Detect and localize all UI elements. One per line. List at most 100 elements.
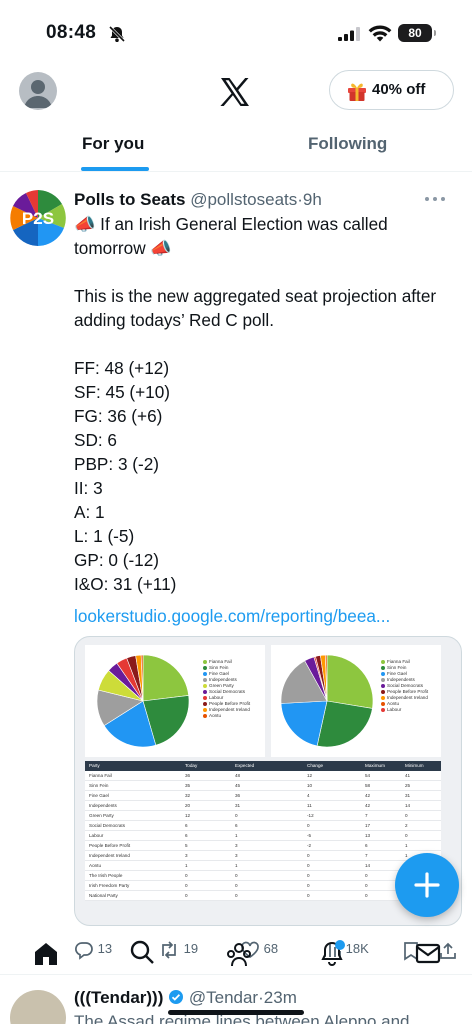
messages-envelope-icon[interactable]: [414, 940, 442, 966]
polls-to-seats-avatar[interactable]: P2S: [10, 190, 66, 246]
table-cell: 0: [307, 823, 310, 828]
table-cell: 13: [365, 833, 371, 838]
table-cell: 0: [307, 853, 310, 858]
table-cell: 5: [185, 843, 188, 848]
offer-label: 40% off: [372, 81, 426, 98]
tab-for-you[interactable]: For you: [82, 134, 144, 154]
table-cell: 0: [185, 873, 188, 878]
table-cell: 0: [235, 873, 238, 878]
table-cell: 0: [307, 883, 310, 888]
legend-item: Fine Gael: [381, 671, 407, 676]
post-time[interactable]: 9h: [303, 190, 322, 209]
table-cell: 1: [235, 833, 238, 838]
table-cell: 11: [307, 803, 312, 808]
table-header-cell: Today: [185, 763, 198, 768]
table-row: The Irish People00000: [85, 871, 441, 881]
legend-item: Sinn Fein: [381, 665, 406, 670]
status-time: 08:48: [46, 22, 97, 43]
table-cell: 0: [307, 863, 310, 868]
next-post[interactable]: (((Tendar))) @Tendar·23m The Assad regim…: [0, 976, 472, 1024]
legend-item: Independent Ireland: [381, 695, 428, 700]
legend-item: Labour: [381, 707, 401, 712]
author-name[interactable]: Polls to Seats: [74, 190, 185, 209]
legend-item: Fine Gael: [203, 671, 229, 676]
next-post-time[interactable]: 23m: [264, 988, 297, 1007]
table-header-cell: Change: [307, 763, 324, 768]
table-cell: -2: [307, 843, 312, 848]
table-cell: The Irish People: [89, 873, 123, 878]
compose-post-button[interactable]: [395, 853, 459, 917]
table-cell: 2: [405, 823, 408, 828]
timeline-tabs: For you Following: [0, 122, 472, 172]
post-text: 📣 If an Irish General Election was calle…: [74, 214, 437, 594]
legend-item: Fianna Fail: [381, 659, 410, 664]
table-cell: 0: [235, 813, 238, 818]
bell-off-icon: [108, 25, 126, 43]
table-cell: 36: [235, 793, 241, 798]
next-post-avatar[interactable]: [10, 990, 66, 1024]
table-row: Fine Gael 32 36 4 42 31: [85, 791, 441, 801]
legend-item: Independents: [203, 677, 237, 682]
table-cell: 4: [307, 793, 310, 798]
legend-item: People Before Profit: [381, 689, 428, 694]
table-cell: 7: [365, 813, 368, 818]
table-cell: Irish Freedom Party: [89, 883, 130, 888]
legend-item: Green Party: [203, 683, 234, 688]
right-chart-pane: Fianna Fail Sinn Fein Fine Gael Independent…: [271, 645, 441, 757]
search-icon[interactable]: [128, 938, 156, 966]
profile-avatar-button[interactable]: [19, 72, 57, 110]
table-cell: 6: [365, 843, 368, 848]
post-link[interactable]: lookerstudio.google.com/reporting/beea..…: [74, 606, 390, 627]
premium-offer-button[interactable]: 40% off: [329, 70, 454, 110]
table-row: Green Party 12 0 -12 7 0: [85, 811, 441, 821]
table-cell: Independents: [89, 803, 117, 808]
table-cell: 0: [235, 883, 238, 888]
cellular-signal-icon: [338, 27, 360, 41]
table-cell: Sinn Fein: [89, 783, 109, 788]
table-cell: 45: [235, 783, 241, 788]
table-cell: 58: [365, 783, 371, 788]
legend-item: Social Democrats: [381, 683, 423, 688]
x-logo-icon[interactable]: [219, 76, 251, 108]
table-cell: 3: [235, 853, 238, 858]
table-cell: People Before Profit: [89, 843, 131, 848]
tab-following[interactable]: Following: [308, 134, 387, 154]
next-author-handle[interactable]: @Tendar: [189, 988, 258, 1007]
table-cell: 31: [405, 793, 411, 798]
table-header-cell: Minimum: [405, 763, 424, 768]
battery-indicator: 80: [398, 24, 436, 42]
table-cell: 41: [405, 773, 411, 778]
pie-slice: [326, 654, 374, 709]
table-cell: 0: [185, 893, 188, 898]
author-handle[interactable]: @pollstoseats: [190, 190, 297, 209]
table-cell: 1: [185, 863, 188, 868]
seat-table: Party Today Expected Change Maximum Minimum Fi…: [85, 761, 441, 901]
table-row: Aontu110140: [85, 861, 441, 871]
legend-item: Independent Ireland: [203, 707, 250, 712]
table-cell: 48: [235, 773, 241, 778]
table-cell: -12: [307, 813, 314, 818]
legend-item: Sinn Fein: [203, 665, 228, 670]
next-author-name[interactable]: (((Tendar))): [74, 988, 163, 1007]
next-post-header: (((Tendar))) @Tendar·23m: [74, 988, 297, 1008]
left-chart-pane: Fianna Fail Sinn Fein Fine Gael Independent…: [85, 645, 265, 757]
table-cell: 0: [307, 873, 310, 878]
table-cell: 3: [235, 843, 238, 848]
table-cell: National Party: [89, 893, 118, 898]
communities-icon[interactable]: [224, 940, 254, 968]
table-cell: 25: [405, 783, 411, 788]
active-tab-indicator: [81, 167, 149, 171]
table-cell: 10: [307, 783, 313, 788]
avatar-text: P2S: [22, 209, 54, 228]
table-row: People Before Profit 5 3 -2 6 1: [85, 841, 441, 851]
table-cell: Green Party: [89, 813, 114, 818]
table-row: Fianna Fail 36 48 12 54 41: [85, 771, 441, 781]
more-options-icon[interactable]: [422, 194, 448, 204]
notifications-bell-icon[interactable]: [318, 938, 348, 968]
table-cell: 35: [185, 783, 191, 788]
table-cell: 20: [185, 803, 191, 808]
table-cell: 0: [185, 883, 188, 888]
table-cell: 14: [365, 863, 371, 868]
home-icon[interactable]: [32, 940, 60, 968]
table-cell: 0: [307, 893, 310, 898]
